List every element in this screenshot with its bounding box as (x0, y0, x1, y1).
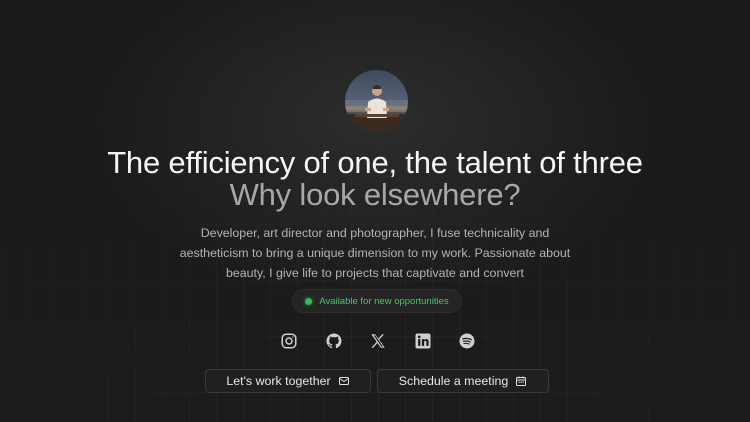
instagram-link[interactable] (279, 331, 299, 351)
description-line: aestheticism to bring a unique dimension… (179, 246, 571, 260)
x-link[interactable] (368, 331, 388, 351)
linkedin-link[interactable] (413, 331, 433, 351)
hero-title: The efficiency of one, the talent of thr… (107, 145, 643, 180)
social-links (279, 331, 477, 351)
description-line: beauty, I give life to projects that cap… (225, 266, 524, 280)
github-icon (325, 333, 341, 349)
hero-description: Developer, art director and photographer… (170, 223, 580, 283)
hero-subtitle: Why look elsewhere? (229, 177, 521, 212)
linkedin-icon (415, 333, 430, 349)
spotify-link[interactable] (457, 331, 477, 351)
availability-label: Available for new opportunities (319, 295, 449, 307)
x-icon (371, 334, 385, 348)
calendar-icon (516, 376, 527, 386)
status-dot-icon (305, 297, 313, 305)
work-together-button[interactable]: Let's work together (205, 369, 371, 393)
schedule-meeting-label: Schedule a meeting (398, 374, 509, 388)
availability-badge: Available for new opportunities (292, 289, 462, 313)
work-together-label: Let's work together (226, 374, 331, 388)
github-link[interactable] (324, 331, 344, 351)
instagram-icon (281, 333, 297, 349)
spotify-icon (459, 333, 475, 349)
avatar (345, 70, 408, 133)
description-line: Developer, art director and photographer… (200, 226, 550, 240)
mail-icon (338, 377, 349, 385)
schedule-meeting-button[interactable]: Schedule a meeting (377, 369, 549, 393)
avatar-photo (345, 70, 408, 133)
hero-section: The efficiency of one, the talent of thr… (0, 0, 750, 422)
